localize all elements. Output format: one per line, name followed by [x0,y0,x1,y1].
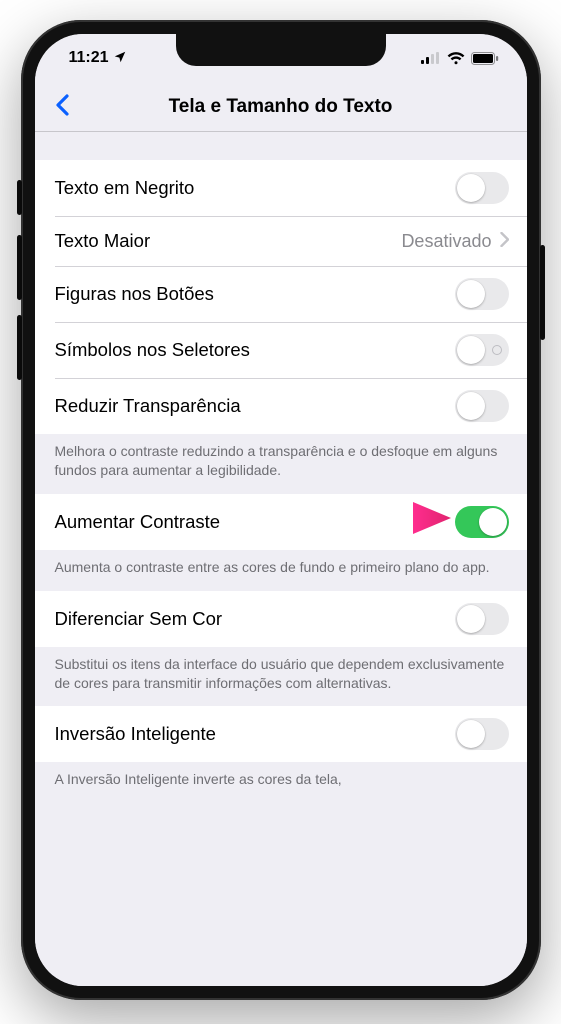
row-value: Desativado [401,231,491,252]
row-larger-text[interactable]: Texto Maior Desativado [35,216,527,266]
row-increase-contrast[interactable]: Aumentar Contraste [35,494,527,550]
toggle-onoff-labels[interactable] [455,334,509,366]
row-label: Aumentar Contraste [55,511,221,533]
toggle-reduce-transparency[interactable] [455,390,509,422]
row-label: Texto Maior [55,230,151,252]
chevron-right-icon [500,230,509,253]
side-button-volume-up [17,235,22,300]
side-button-silence [17,180,22,215]
battery-icon [471,52,499,65]
status-time: 11:21 [69,49,109,67]
row-label: Diferenciar Sem Cor [55,608,223,630]
notch [176,34,386,66]
row-label: Figuras nos Botões [55,283,214,305]
content: Texto em Negrito Texto Maior Desativado … [35,132,527,986]
cellular-icon [421,52,441,64]
side-button-volume-down [17,315,22,380]
side-button-power [540,245,545,340]
navigation-bar: Tela e Tamanho do Texto [35,82,527,132]
row-label: Inversão Inteligente [55,723,216,745]
settings-group-3: Diferenciar Sem Cor [35,591,527,647]
toggle-differentiate-without-color[interactable] [455,603,509,635]
toggle-smart-invert[interactable] [455,718,509,750]
footer-reduce-transparency: Melhora o contraste reduzindo a transpar… [35,434,527,494]
footer-increase-contrast: Aumenta o contraste entre as cores de fu… [35,550,527,591]
screen: 11:21 [35,34,527,986]
settings-group-4: Inversão Inteligente [35,706,527,762]
row-label: Reduzir Transparência [55,395,241,417]
row-reduce-transparency[interactable]: Reduzir Transparência [35,378,527,434]
row-button-shapes[interactable]: Figuras nos Botões [35,266,527,322]
location-icon [113,50,127,67]
device-frame: 11:21 [21,20,541,1000]
row-label: Texto em Negrito [55,177,195,199]
toggle-increase-contrast[interactable] [455,506,509,538]
settings-group-1: Texto em Negrito Texto Maior Desativado … [35,160,527,434]
footer-smart-invert: A Inversão Inteligente inverte as cores … [35,762,527,789]
row-bold-text[interactable]: Texto em Negrito [35,160,527,216]
footer-differentiate-without-color: Substitui os itens da interface do usuár… [35,647,527,707]
page-title: Tela e Tamanho do Texto [169,96,393,118]
toggle-button-shapes[interactable] [455,278,509,310]
row-label: Símbolos nos Seletores [55,339,250,361]
back-button[interactable] [47,92,77,122]
row-differentiate-without-color[interactable]: Diferenciar Sem Cor [35,591,527,647]
settings-group-2: Aumentar Contraste [35,494,527,550]
toggle-bold-text[interactable] [455,172,509,204]
wifi-icon [447,52,465,65]
row-smart-invert[interactable]: Inversão Inteligente [35,706,527,762]
row-onoff-labels[interactable]: Símbolos nos Seletores [35,322,527,378]
